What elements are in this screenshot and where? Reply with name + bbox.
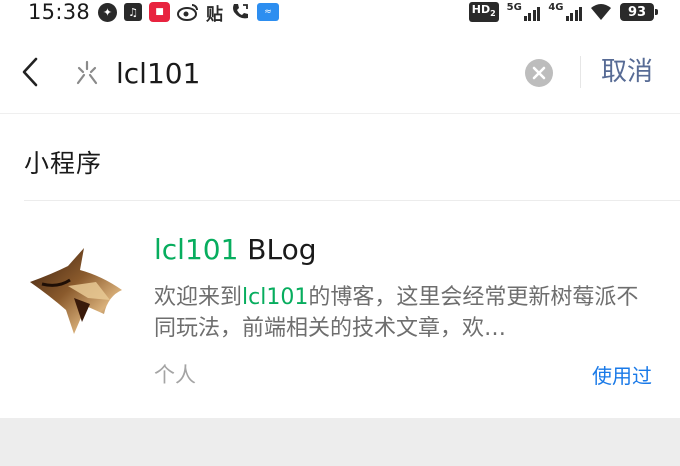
- battery-icon: 93: [620, 3, 658, 21]
- clear-button[interactable]: [525, 59, 553, 87]
- call-icon: [230, 2, 250, 22]
- notification-icons: ✦ ♫ ■ 贴 ≈: [98, 1, 279, 25]
- app-icon: ≈: [257, 3, 279, 21]
- app-name-highlight: lcl101: [154, 233, 239, 266]
- miniprogram-result-item[interactable]: lcl101 BLog 欢迎来到lcl101的博客，这里会经常更新树莓派不同玩法…: [0, 202, 680, 418]
- app-avatar: [30, 248, 122, 334]
- app-name: lcl101 BLog: [154, 230, 317, 270]
- tiktok-icon: ♫: [124, 3, 142, 21]
- search-field[interactable]: [72, 48, 564, 98]
- app-description: 欢迎来到lcl101的博客，这里会经常更新树莓派不同玩法，前端相关的技术文章，欢…: [154, 282, 650, 344]
- signal-4g-icon: 4G: [548, 3, 582, 21]
- app-type: 个人: [154, 363, 196, 387]
- back-button[interactable]: [12, 50, 48, 94]
- tieba-icon: 贴: [206, 4, 223, 25]
- used-badge: 使用过: [592, 364, 652, 388]
- results-panel: 小程序 lcl101 BLog 欢迎来到lcl101的博客，这里会经常更新树莓派…: [0, 114, 680, 418]
- app-desc-highlight: lcl101: [242, 285, 309, 310]
- search-header: 取消: [0, 26, 680, 114]
- wifi-icon: [591, 4, 611, 20]
- section-title: 小程序: [24, 149, 103, 178]
- search-input[interactable]: [116, 48, 564, 98]
- cancel-button[interactable]: 取消: [601, 54, 653, 90]
- close-icon: [532, 66, 546, 80]
- status-time: 15:38: [28, 0, 91, 24]
- taobao-icon: ■: [149, 2, 170, 22]
- compass-icon: ✦: [98, 2, 117, 22]
- miniprogram-icon: [72, 58, 102, 88]
- section-divider: [24, 200, 680, 201]
- app-desc-part: 欢迎来到: [154, 285, 243, 310]
- weibo-icon: [177, 2, 199, 22]
- app-name-rest: BLog: [238, 233, 317, 266]
- chevron-left-icon: [22, 57, 38, 87]
- header-divider: [580, 56, 581, 88]
- signal-5g-icon: 5G: [507, 3, 541, 21]
- system-indicators: HD2 5G 4G 93: [468, 1, 658, 23]
- status-bar: 15:38 ✦ ♫ ■ 贴 ≈ HD2 5G 4G 93: [0, 0, 680, 26]
- hd-badge: HD2: [468, 1, 499, 23]
